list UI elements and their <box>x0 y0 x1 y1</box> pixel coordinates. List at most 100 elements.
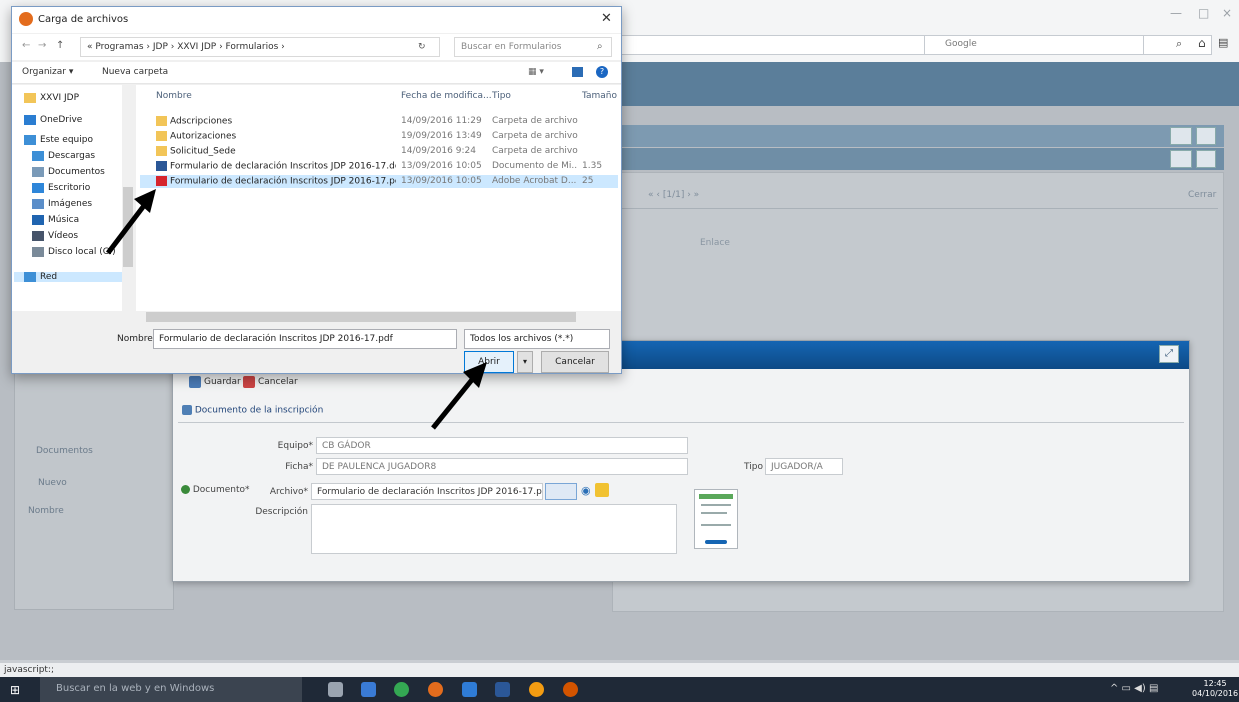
tab-documentos[interactable]: Documentos <box>36 446 93 456</box>
help-icon[interactable]: ? <box>596 66 608 78</box>
back-arrow-icon[interactable]: ← <box>22 40 30 51</box>
archivo-field[interactable]: Formulario de declaración Inscritos JDP … <box>311 483 543 500</box>
nav-item-0[interactable]: XXVI JDP <box>24 93 79 103</box>
firefox-icon <box>19 12 33 26</box>
taskbar: ⊞ Buscar en la web y en Windows ^ ▭ ◀) ▤… <box>0 677 1239 702</box>
close-window-button[interactable]: × <box>1222 6 1232 20</box>
new-folder-button[interactable]: Nueva carpeta <box>102 67 168 77</box>
nav-item-7[interactable]: Música <box>32 215 79 225</box>
search-engine-box[interactable]: Google <box>924 35 1144 55</box>
clock-time: 12:45 <box>1203 679 1227 688</box>
file-name: Formulario de declaración Inscritos JDP … <box>170 176 396 187</box>
task-view-icon[interactable] <box>328 682 343 697</box>
taskbar-clock[interactable]: 12:45 04/10/2016 <box>1192 679 1238 699</box>
forward-arrow-icon[interactable]: → <box>38 40 46 51</box>
close-icon[interactable] <box>1196 127 1216 145</box>
organize-menu[interactable]: Organizar ▾ <box>22 67 73 77</box>
hscrollbar-thumb[interactable] <box>146 312 576 322</box>
preview-pane-icon[interactable] <box>572 67 583 77</box>
file-row[interactable]: Formulario de declaración Inscritos JDP … <box>140 175 618 188</box>
nav-item-label: Documentos <box>48 167 105 177</box>
music-icon <box>32 215 44 225</box>
file-explorer-icon[interactable] <box>361 682 376 697</box>
minimize-button[interactable]: — <box>1170 6 1182 20</box>
file-name-cell: Formulario de declaración Inscritos JDP … <box>156 176 396 187</box>
home-icon[interactable]: ⌂ <box>1198 36 1206 50</box>
filename-input[interactable]: Formulario de declaración Inscritos JDP … <box>153 329 457 349</box>
video-icon <box>32 231 44 241</box>
column-size[interactable]: Tamaño <box>582 91 617 101</box>
nav-item-8[interactable]: Vídeos <box>32 231 78 241</box>
chrome-icon[interactable] <box>394 682 409 697</box>
clock-date: 04/10/2016 <box>1192 689 1239 698</box>
nav-item-10[interactable]: Red <box>14 272 122 282</box>
save-button[interactable]: Guardar <box>189 376 241 388</box>
descripcion-textarea[interactable] <box>311 504 677 554</box>
file-type-cell: Carpeta de archivos <box>492 131 578 141</box>
column-name[interactable]: Nombre <box>156 91 192 101</box>
edge-icon[interactable] <box>462 682 477 697</box>
search-icon[interactable]: ⌕ <box>1176 37 1182 51</box>
expand-icon[interactable] <box>1170 127 1192 145</box>
view-eye-icon[interactable]: ◉ <box>581 484 591 497</box>
file-row[interactable]: Autorizaciones 19/09/2016 13:49 Carpeta de… <box>140 130 618 143</box>
expand-icon[interactable] <box>1170 150 1192 168</box>
expand-icon[interactable]: ⤢ <box>1159 345 1179 363</box>
equipo-field[interactable]: CB GÁDOR <box>316 437 688 454</box>
nav-item-label: Música <box>48 215 80 225</box>
firefox-icon[interactable] <box>563 682 578 697</box>
file-name: Solicitud_Sede <box>170 146 236 157</box>
cancel-button[interactable]: Cancelar <box>243 376 298 388</box>
computer-icon <box>24 135 36 145</box>
close-icon[interactable]: ✕ <box>601 11 612 26</box>
column-type[interactable]: Tipo <box>492 91 511 101</box>
taskbar-search[interactable]: Buscar en la web y en Windows <box>40 677 302 702</box>
file-row[interactable]: Formulario de declaración Inscritos JDP … <box>140 160 618 173</box>
browse-file-icon[interactable] <box>545 483 577 500</box>
nav-item-2[interactable]: Este equipo <box>24 135 93 145</box>
file-size-cell: 25 <box>582 176 618 186</box>
firefox-icon[interactable] <box>428 682 443 697</box>
new-button[interactable]: Nuevo <box>38 478 67 488</box>
menu-icon[interactable]: ▤ <box>1218 36 1228 49</box>
ficha-field[interactable]: DE PAULENCA JUGADOR8 <box>316 458 688 475</box>
document-thumbnail[interactable] <box>694 489 738 549</box>
edit-icon[interactable] <box>595 483 609 497</box>
nav-item-3[interactable]: Descargas <box>32 151 95 161</box>
column-date[interactable]: Fecha de modifica... <box>401 91 492 101</box>
close-icon[interactable] <box>1196 150 1216 168</box>
tray-icons[interactable]: ^ ▭ ◀) ▤ <box>1110 683 1158 694</box>
address-breadcrumb[interactable]: « Programas › JDP › XXVI JDP › Formulari… <box>80 37 440 57</box>
nav-item-5[interactable]: Escritorio <box>32 183 90 193</box>
nav-item-4[interactable]: Documentos <box>32 167 105 177</box>
save-label: Guardar <box>204 377 241 387</box>
search-icon[interactable]: ⌕ <box>597 41 603 52</box>
up-arrow-icon[interactable]: ↑ <box>56 40 64 51</box>
refresh-icon[interactable]: ↻ <box>418 42 426 52</box>
maximize-button[interactable]: □ <box>1198 6 1209 20</box>
file-row[interactable]: Solicitud_Sede 14/09/2016 9:24 Carpeta de … <box>140 145 618 158</box>
close-link[interactable]: Cerrar <box>1188 190 1216 200</box>
document-modal: ⤢ Guardar Cancelar Documento de la inscr… <box>172 340 1190 582</box>
file-size: 1.35 <box>582 161 603 171</box>
pager[interactable]: « ‹ [1/1] › » <box>648 190 699 200</box>
view-options-icon[interactable]: ▦ ▾ <box>528 67 544 77</box>
open-options-dropdown[interactable]: ▾ <box>517 351 533 373</box>
annotation-arrow <box>106 189 156 255</box>
word-icon[interactable] <box>495 682 510 697</box>
tipo-field[interactable]: JUGADOR/A <box>765 458 843 475</box>
dialog-search-input[interactable]: Buscar en Formularios <box>454 37 612 57</box>
file-type-select[interactable]: Todos los archivos (*.*) <box>464 329 610 349</box>
equipo-label: Equipo* <box>277 441 313 451</box>
nav-item-6[interactable]: Imágenes <box>32 199 92 209</box>
file-date-cell: 19/09/2016 13:49 <box>401 131 489 141</box>
file-type: Adobe Acrobat D... <box>492 176 577 186</box>
windows-start-icon[interactable]: ⊞ <box>10 683 20 697</box>
nav-item-label: Imágenes <box>48 199 93 209</box>
file-row[interactable]: Adscripciones 14/09/2016 11:29 Carpeta de … <box>140 115 618 128</box>
documento-label: Documento* <box>181 485 251 495</box>
dialog-nav-row: ← → ↑ « Programas › JDP › XXVI JDP › For… <box>12 34 621 60</box>
dialog-cancel-button[interactable]: Cancelar <box>541 351 609 373</box>
app-icon[interactable] <box>529 682 544 697</box>
nav-item-1[interactable]: OneDrive <box>24 115 82 125</box>
